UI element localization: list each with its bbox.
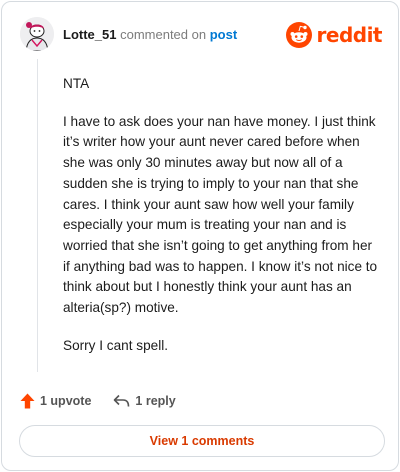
- comment-body: NTA I have to ask does your nan have mon…: [63, 74, 381, 373]
- post-link[interactable]: post: [210, 27, 237, 42]
- upvote-count: 1 upvote: [40, 394, 92, 408]
- reddit-wordmark: reddit: [316, 23, 383, 47]
- comment-paragraph: I have to ask does your nan have money. …: [63, 113, 378, 316]
- reply-count: 1 reply: [135, 394, 176, 408]
- avatar[interactable]: [20, 17, 54, 51]
- comment-paragraph: Sorry I cant spell.: [63, 337, 169, 353]
- comment-header: Lotte_51 commented on post reddit: [20, 17, 383, 53]
- view-comments-label: View 1 comments: [149, 434, 255, 448]
- username[interactable]: Lotte_51: [63, 27, 116, 42]
- reddit-logo-icon: [285, 22, 312, 48]
- upvote-button[interactable]: 1 upvote: [20, 393, 91, 409]
- avatar-icon: [20, 17, 54, 51]
- upvote-arrow-icon: [20, 393, 35, 409]
- thread-line[interactable]: [37, 59, 38, 372]
- comment-meta: Lotte_51 commented on post: [63, 27, 237, 42]
- reply-button[interactable]: 1 reply: [113, 394, 176, 408]
- comment-actions: 1 upvote 1 reply: [20, 390, 176, 412]
- reply-arrow-icon: [114, 394, 130, 407]
- reddit-brand[interactable]: reddit: [285, 21, 383, 49]
- comment-paragraph: NTA: [63, 76, 90, 91]
- action-text: commented on: [120, 27, 207, 42]
- comment-card: Lotte_51 commented on post reddit NTA I …: [1, 1, 399, 471]
- view-comments-button[interactable]: View 1 comments: [19, 425, 385, 457]
